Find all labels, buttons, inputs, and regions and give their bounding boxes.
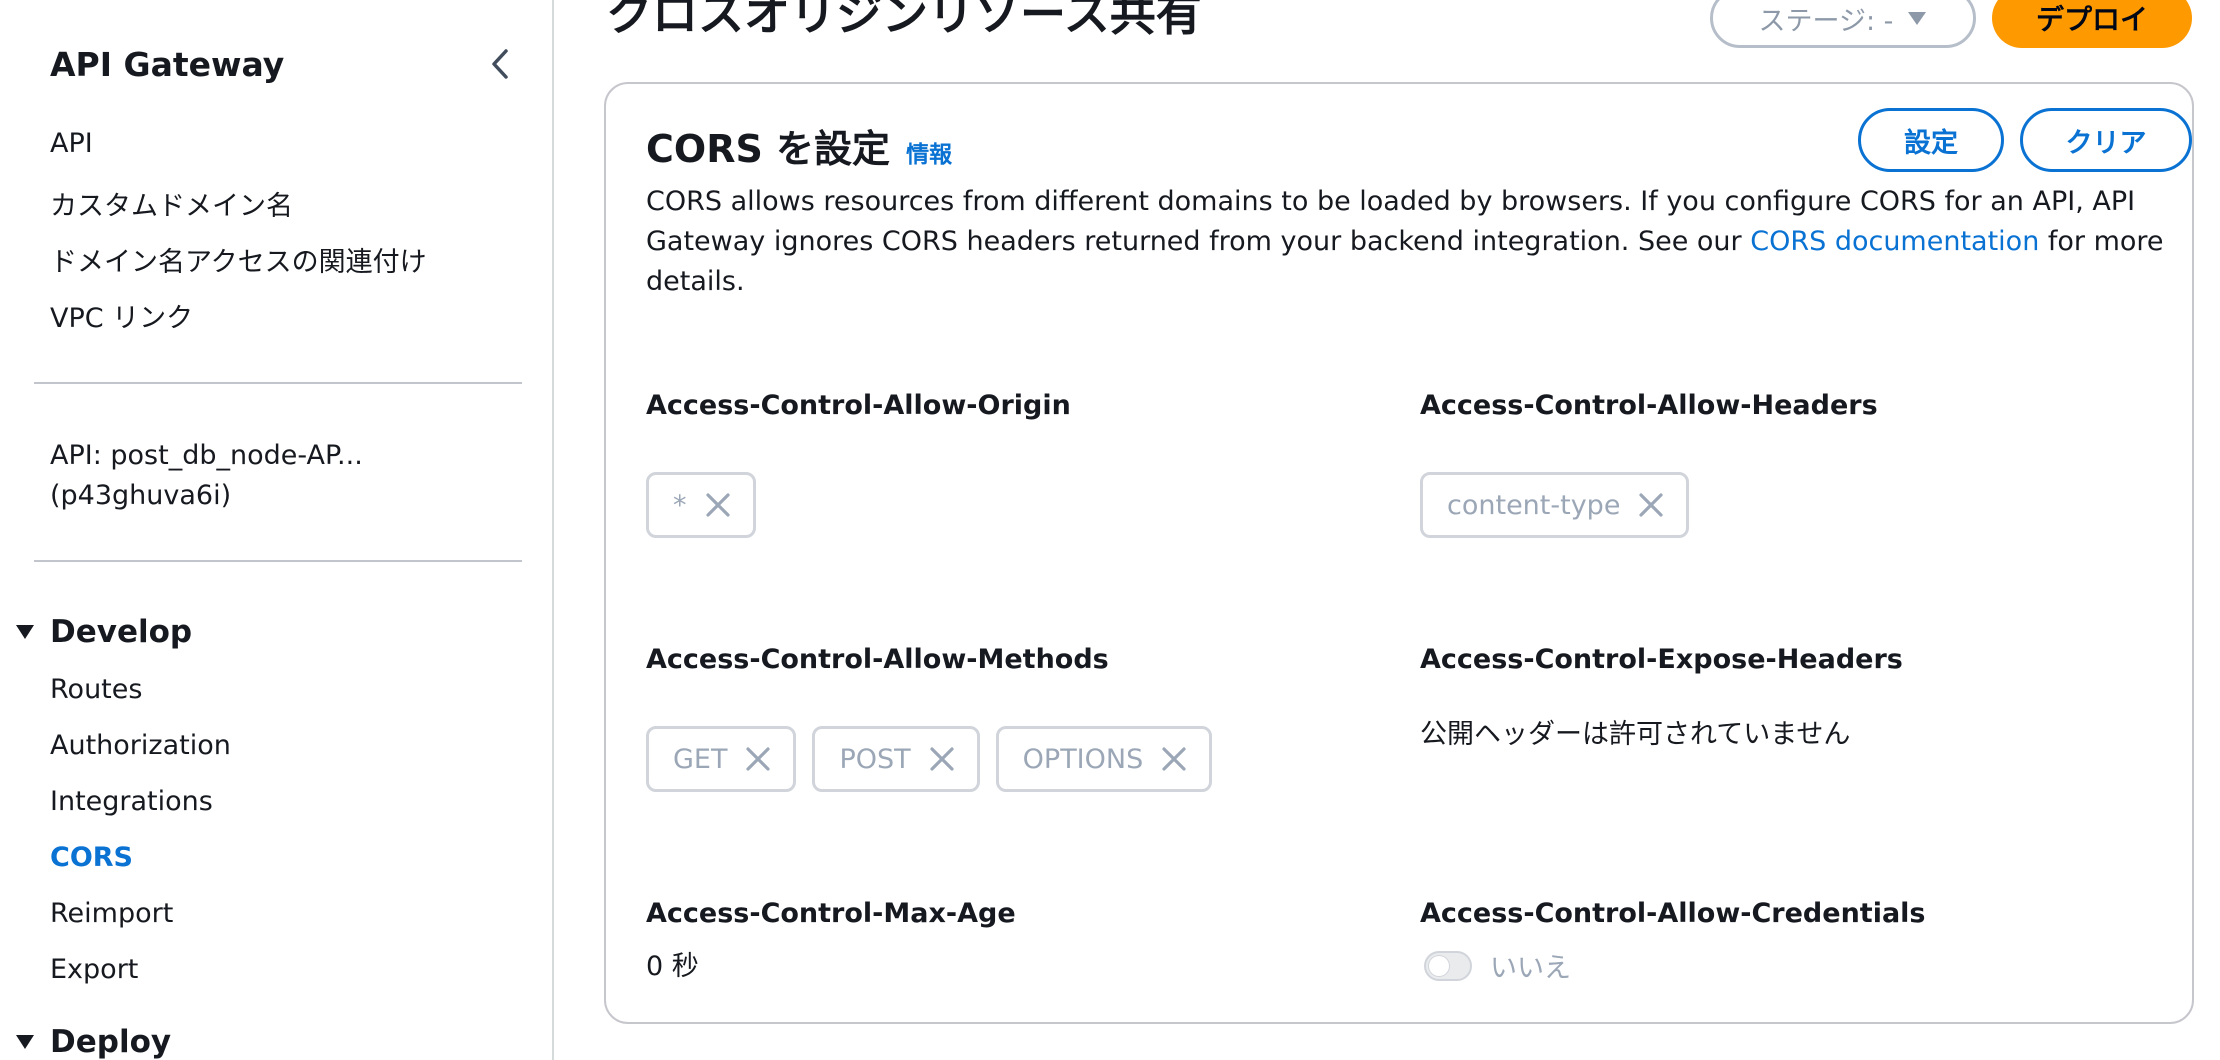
token: OPTIONS: [995, 726, 1213, 792]
section-label-develop: Develop: [50, 614, 193, 650]
stage-select[interactable]: ステージ: -: [1710, 0, 1976, 48]
info-link[interactable]: 情報: [906, 135, 952, 169]
allow-credentials-toggle[interactable]: [1424, 950, 1472, 981]
sidebar-item-authorization[interactable]: Authorization: [50, 730, 231, 761]
token: *: [646, 472, 756, 538]
allow-headers-tokens: content-type: [1420, 472, 1690, 538]
token-label: GET: [673, 743, 728, 775]
close-icon[interactable]: [1638, 492, 1664, 518]
sidebar-item-domain-access[interactable]: ドメイン名アクセスの関連付け: [50, 240, 427, 279]
deploy-button[interactable]: デプロイ: [1992, 0, 2192, 48]
allow-methods-label: Access-Control-Allow-Methods: [646, 644, 1109, 675]
expose-headers-label: Access-Control-Expose-Headers: [1420, 644, 1903, 675]
token-label: content-type: [1447, 489, 1621, 521]
sidebar-divider: [34, 382, 522, 384]
token: GET: [646, 726, 797, 792]
allow-credentials-value: いいえ: [1490, 953, 1571, 984]
sidebar-section-deploy[interactable]: Deploy: [14, 1024, 171, 1060]
allow-origin-tokens: *: [646, 472, 756, 538]
allow-headers-label: Access-Control-Allow-Headers: [1420, 390, 1878, 421]
cors-description: CORS allows resources from different dom…: [646, 186, 2164, 297]
max-age-value: 0 秒: [646, 951, 699, 982]
close-icon[interactable]: [705, 492, 731, 518]
sidebar-item-reimport[interactable]: Reimport: [50, 898, 173, 929]
sidebar-api-info[interactable]: API: post_db_node-AP... (p43ghuva6i): [50, 436, 363, 516]
sidebar-divider: [34, 560, 522, 562]
sidebar-item-export[interactable]: Export: [50, 954, 138, 985]
card-title: CORS を設定: [646, 127, 891, 171]
sidebar-item-routes[interactable]: Routes: [50, 674, 142, 705]
allow-credentials-label: Access-Control-Allow-Credentials: [1420, 898, 1926, 929]
token-label: POST: [839, 743, 911, 775]
allow-methods-tokens: GET POST OPTIONS: [646, 726, 1213, 792]
card-header: CORS を設定 情報: [646, 118, 952, 173]
cors-documentation-link[interactable]: CORS documentation: [1750, 226, 2039, 257]
toggle-knob: [1429, 955, 1449, 976]
token-label: *: [673, 489, 687, 521]
chevron-left-icon: [492, 49, 508, 79]
clear-button[interactable]: クリア: [2020, 108, 2192, 172]
page-title: クロスオリジンリソース共有: [606, 0, 1202, 41]
token: POST: [812, 726, 980, 792]
sidebar-section-develop[interactable]: Develop: [14, 614, 192, 650]
close-icon[interactable]: [929, 746, 955, 772]
sidebar-item-integrations[interactable]: Integrations: [50, 786, 213, 817]
api-id: (p43ghuva6i): [50, 480, 232, 511]
api-name: API: post_db_node-AP...: [50, 440, 363, 471]
app-root: API Gateway API カスタムドメイン名 ドメイン名アクセスの関連付け…: [0, 0, 2220, 1060]
caret-down-icon: [16, 625, 34, 639]
close-icon[interactable]: [745, 746, 771, 772]
caret-down-icon: [16, 1035, 34, 1049]
close-icon[interactable]: [1161, 746, 1187, 772]
section-label-deploy: Deploy: [50, 1024, 172, 1060]
expose-headers-value: 公開ヘッダーは許可されていません: [1420, 719, 1851, 750]
sidebar-item-cors[interactable]: CORS: [50, 842, 133, 873]
token: content-type: [1420, 472, 1690, 538]
main-content: クロスオリジンリソース共有 ステージ: - デプロイ CORS を設定 情報 設…: [556, 0, 2220, 1060]
sidebar: API Gateway API カスタムドメイン名 ドメイン名アクセスの関連付け…: [0, 0, 554, 1060]
sidebar-item-api[interactable]: API: [50, 128, 93, 159]
max-age-label: Access-Control-Max-Age: [646, 898, 1016, 929]
sidebar-title: API Gateway: [50, 44, 285, 84]
allow-credentials-control: いいえ: [1424, 946, 1571, 985]
collapse-sidebar-button[interactable]: [480, 44, 520, 84]
token-label: OPTIONS: [1022, 743, 1144, 775]
configure-button[interactable]: 設定: [1858, 108, 2004, 172]
stage-select-value: ステージ: -: [1758, 5, 1894, 37]
caret-down-icon: [1908, 12, 1927, 25]
sidebar-item-vpc-link[interactable]: VPC リンク: [50, 296, 193, 335]
allow-origin-label: Access-Control-Allow-Origin: [646, 390, 1071, 421]
cors-config-card: CORS を設定 情報 設定 クリア CORS allows resources…: [604, 82, 2194, 1024]
sidebar-item-custom-domain[interactable]: カスタムドメイン名: [50, 184, 293, 223]
sidebar-header: API Gateway: [50, 36, 520, 92]
